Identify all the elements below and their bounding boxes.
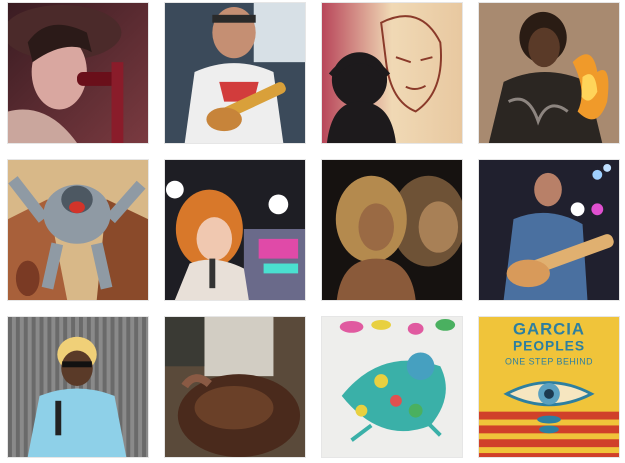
album-tagline-text: ONE STEP BEHIND [505, 356, 593, 366]
thumbnail-gorilla-illustration[interactable] [7, 159, 149, 301]
thumbnail-rock-waterfall[interactable] [164, 316, 306, 458]
thumbnail-image: GARCIA PEOPLES ONE STEP BEHIND [479, 317, 619, 457]
thumbnail-man-blonde-suit[interactable] [7, 316, 149, 458]
image-grid: GARCIA PEOPLES ONE STEP BEHIND [0, 0, 625, 463]
album-title-line2-text: PEOPLES [513, 339, 585, 354]
thumbnail-image [479, 160, 619, 300]
album-title-text: GARCIA [513, 320, 585, 339]
thumbnail-album-garcia-peoples[interactable]: GARCIA PEOPLES ONE STEP BEHIND [478, 316, 620, 458]
thumbnail-guitarist-headband[interactable] [164, 2, 306, 144]
thumbnail-image [165, 317, 305, 457]
thumbnail-image [479, 3, 619, 143]
thumbnail-woman-lion[interactable] [321, 159, 463, 301]
thumbnail-guitarist-stage[interactable] [478, 159, 620, 301]
thumbnail-image [322, 3, 462, 143]
thumbnail-singer-microphone[interactable] [7, 2, 149, 144]
thumbnail-image [165, 160, 305, 300]
thumbnail-singer-red-hair[interactable] [164, 159, 306, 301]
thumbnail-image [8, 317, 148, 457]
thumbnail-artist-fire[interactable] [478, 2, 620, 144]
thumbnail-colorful-collage[interactable] [321, 316, 463, 458]
thumbnail-image [322, 160, 462, 300]
thumbnail-image [165, 3, 305, 143]
thumbnail-image [8, 3, 148, 143]
thumbnail-headphones-sketch[interactable] [321, 2, 463, 144]
thumbnail-image [322, 317, 462, 457]
thumbnail-image [8, 160, 148, 300]
